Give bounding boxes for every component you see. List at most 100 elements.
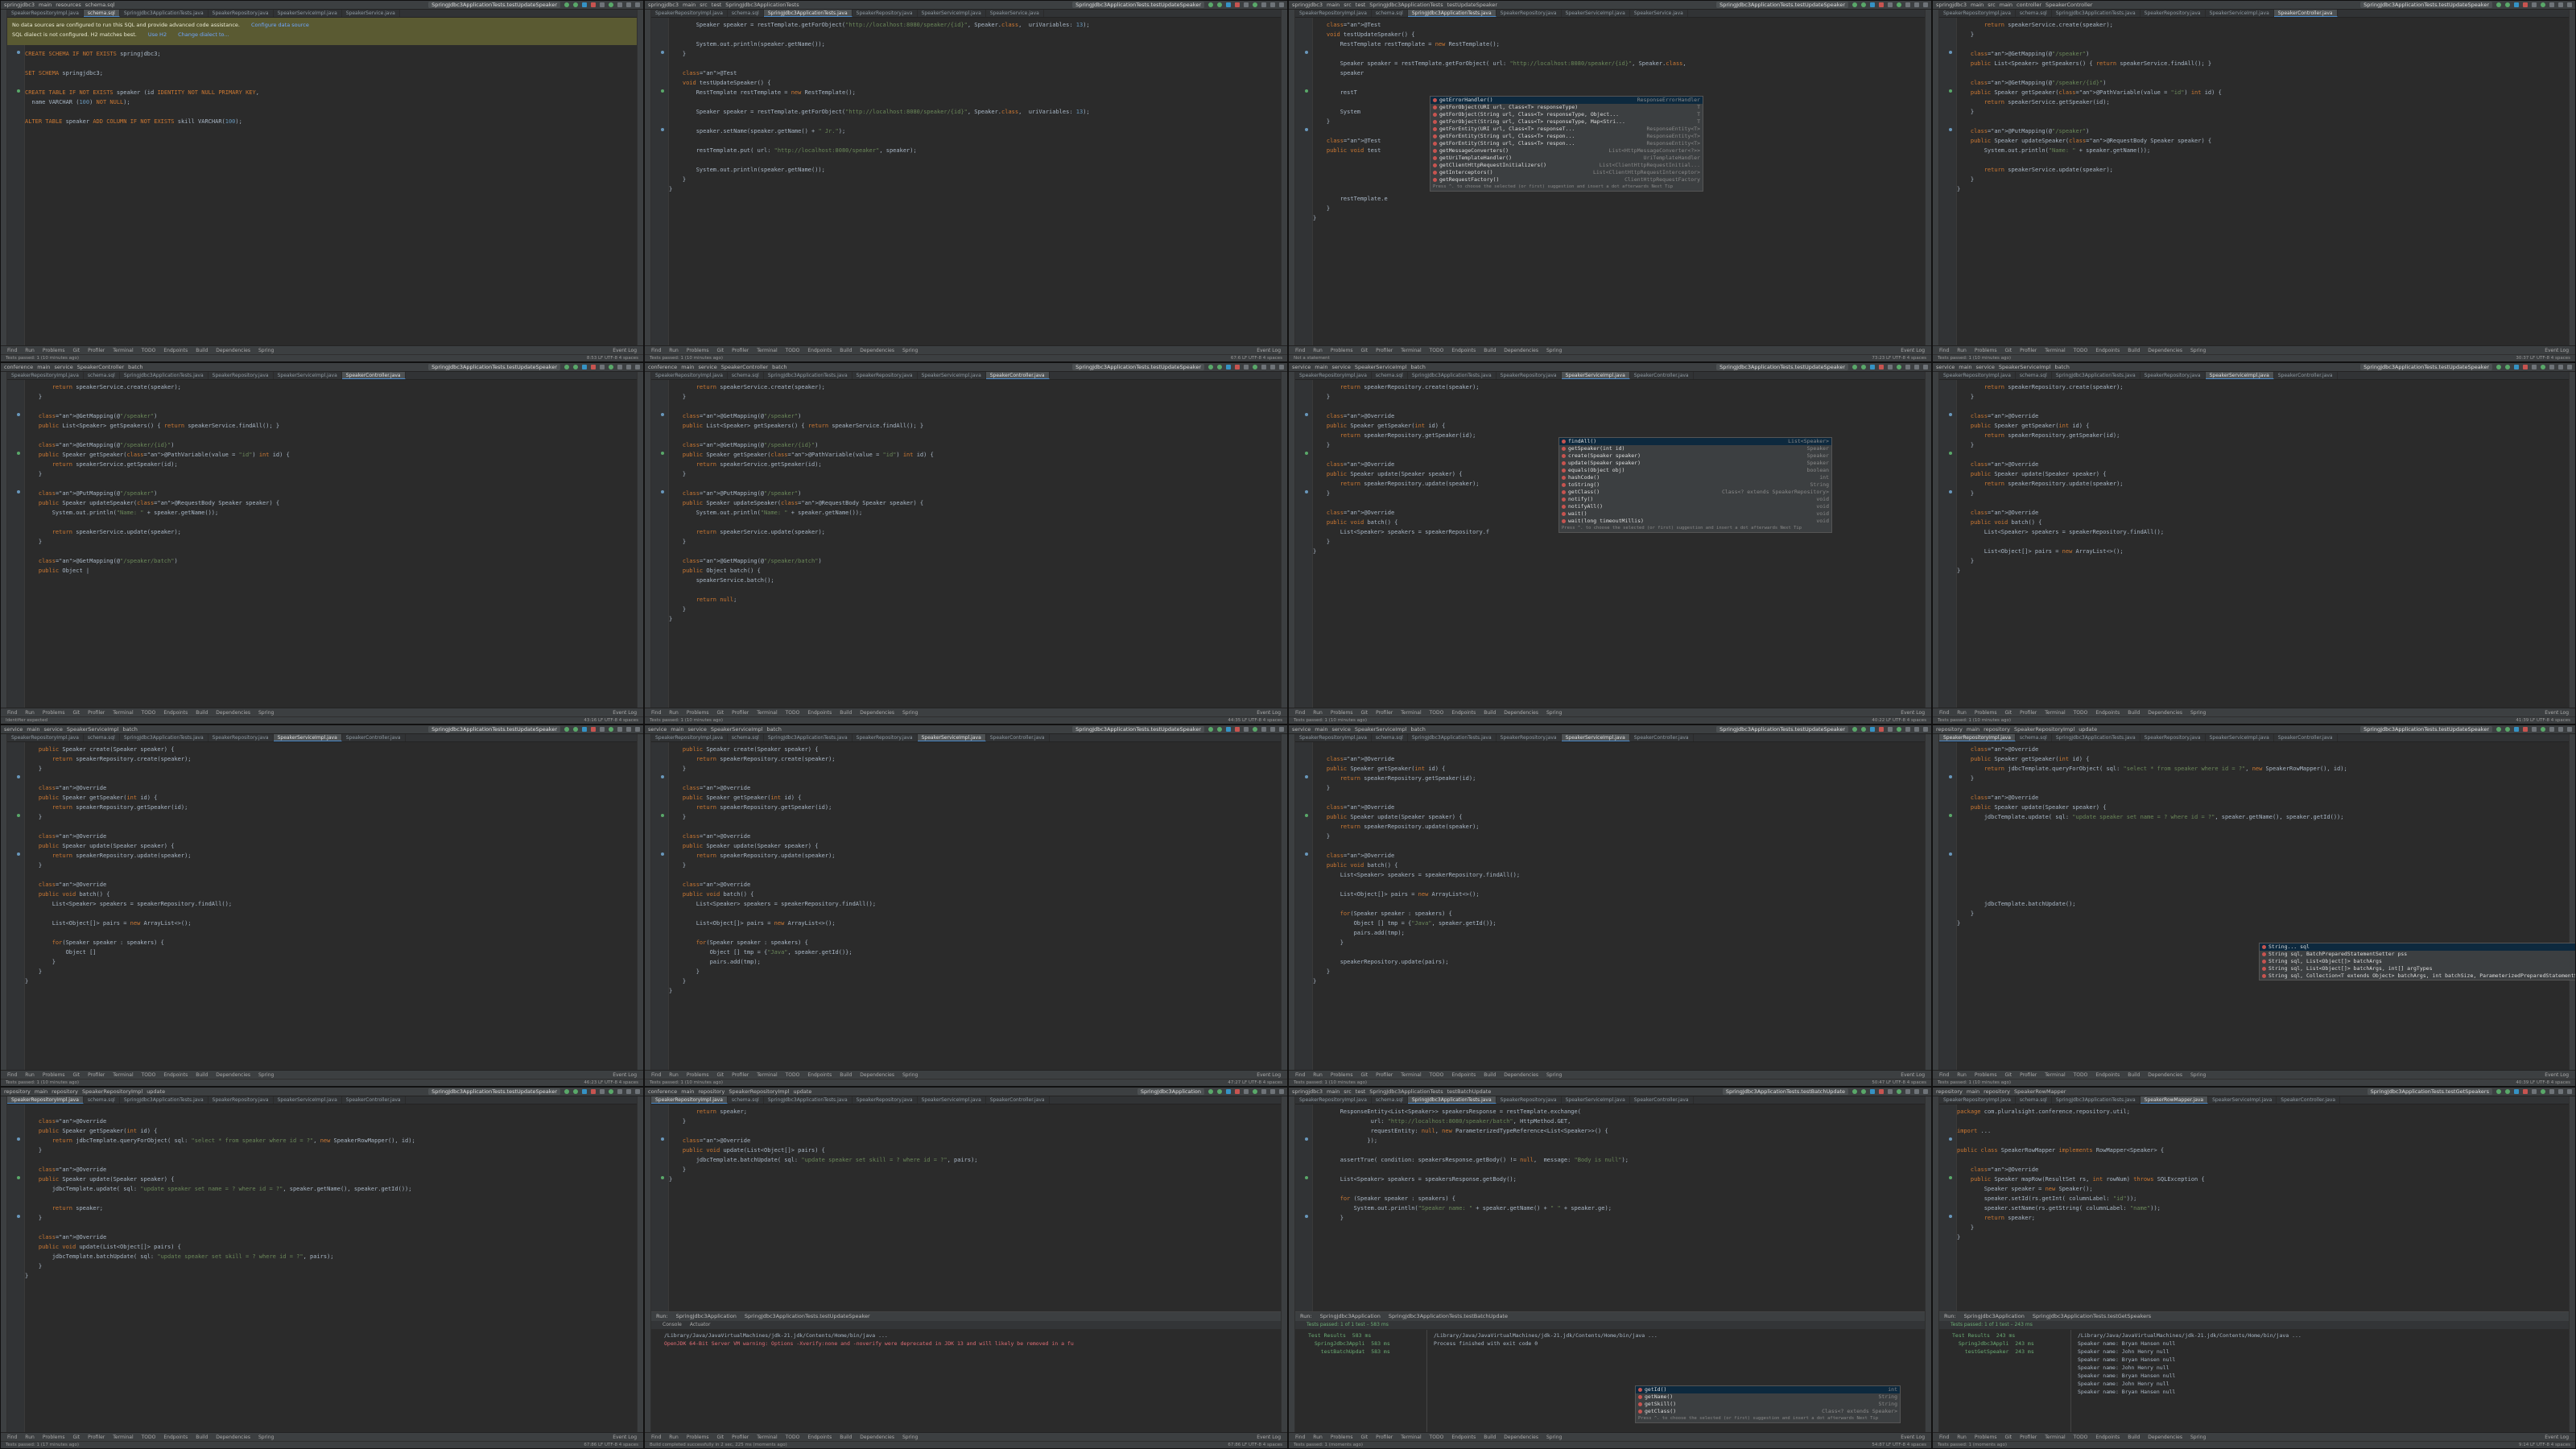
tool-window-tab[interactable]: Git xyxy=(716,1435,724,1440)
breadcrumb-item[interactable]: repository xyxy=(1984,726,2010,733)
debug-icon[interactable] xyxy=(1217,2,1222,7)
project-name[interactable]: service xyxy=(1936,364,1955,370)
debug-icon[interactable] xyxy=(2505,365,2510,369)
run-subtab[interactable]: Tests passed: 1 of 1 test – 583 ms xyxy=(1307,1322,1389,1328)
tool-window-tab[interactable]: Spring xyxy=(2190,348,2206,353)
breadcrumb-item[interactable]: service xyxy=(698,364,716,370)
stop-icon[interactable] xyxy=(1235,2,1240,7)
editor-tab[interactable]: SpringJdbc3ApplicationTests.java xyxy=(2052,372,2140,379)
test-results-tree[interactable]: Test Results 243 ms SpringJdbc3Appli 243… xyxy=(1951,1330,2071,1432)
breadcrumb-item[interactable]: main xyxy=(2000,2,2013,8)
breadcrumb-item[interactable]: service xyxy=(44,726,63,733)
breadcrumb-item[interactable]: repository xyxy=(52,1088,78,1095)
editor-tab[interactable]: SpeakerRepository.java xyxy=(208,1096,274,1104)
run-config-select[interactable]: SpringJdbc3ApplicationTests.testUpdateSp… xyxy=(1716,726,1848,733)
tool-window-tab[interactable]: TODO xyxy=(142,710,156,716)
tool-window-tab[interactable]: Problems xyxy=(687,1072,709,1078)
project-name[interactable]: springjdbc3 xyxy=(1936,2,1967,8)
tool-window-tab[interactable]: Profiler xyxy=(2020,1072,2037,1078)
settings-icon[interactable] xyxy=(635,727,640,732)
tool-window-tab[interactable]: Problems xyxy=(687,348,709,353)
branch-label[interactable]: main xyxy=(1327,1088,1340,1095)
project-name[interactable]: springjdbc3 xyxy=(648,2,679,8)
tool-window-tab[interactable]: Terminal xyxy=(1401,1435,1421,1440)
debug-icon[interactable] xyxy=(1217,1089,1222,1094)
tool-window-tab[interactable]: Terminal xyxy=(757,1072,777,1078)
run-config-select[interactable]: SpringJdbc3ApplicationTests.testUpdateSp… xyxy=(1072,726,1204,733)
caret-position[interactable]: 41:39 xyxy=(2516,718,2529,723)
tool-window-tab[interactable]: Run xyxy=(1957,710,1967,716)
tool-window-tab[interactable]: TODO xyxy=(1430,1435,1444,1440)
gutter-marker-icon[interactable] xyxy=(17,1137,20,1141)
git-commit-icon[interactable] xyxy=(1897,1089,1901,1094)
tool-window-tab[interactable]: Terminal xyxy=(2045,1072,2065,1078)
tool-window-tab[interactable]: Find xyxy=(7,710,17,716)
breadcrumb-item[interactable]: src xyxy=(1344,1088,1352,1095)
tool-window-tab[interactable]: Build xyxy=(840,348,852,353)
gutter-marker-icon[interactable] xyxy=(661,89,664,93)
caret-position[interactable]: 54:87 xyxy=(1872,1443,1885,1447)
settings-icon[interactable] xyxy=(2567,1089,2572,1094)
test-node[interactable]: Test Results 583 ms xyxy=(1308,1331,1425,1340)
debug-icon[interactable] xyxy=(2505,2,2510,7)
run-tab[interactable]: SpringJdbc3ApplicationTests.testBatchUpd… xyxy=(1389,1313,1508,1320)
completion-item[interactable]: getForObject(URI url, Class<T> responseT… xyxy=(1430,104,1703,111)
search-icon[interactable] xyxy=(1914,365,1919,369)
git-commit-icon[interactable] xyxy=(1897,365,1901,369)
stop-icon[interactable] xyxy=(1879,1089,1884,1094)
run-config-select[interactable]: SpringJdbc3ApplicationTests.testBatchUpd… xyxy=(1722,1088,1848,1095)
event-log-tab[interactable]: Event Log xyxy=(1257,1435,1281,1440)
tool-window-tab[interactable]: Profiler xyxy=(2020,1435,2037,1440)
editor-tab[interactable]: SpringJdbc3ApplicationTests.java xyxy=(763,10,852,17)
tool-window-tab[interactable]: Profiler xyxy=(1376,1435,1393,1440)
tool-window-tab[interactable]: Dependencies xyxy=(860,1435,894,1440)
tool-window-tab[interactable]: Profiler xyxy=(732,348,749,353)
tool-window-tab[interactable]: Terminal xyxy=(113,710,133,716)
encoding-info[interactable]: LF UTF-8 4 spaces xyxy=(2530,1443,2570,1447)
git-commit-icon[interactable] xyxy=(609,1089,613,1094)
tool-window-tab[interactable]: Git xyxy=(716,348,724,353)
tool-window-tab[interactable]: Spring xyxy=(1546,710,1562,716)
completion-popup[interactable]: String... sql String sql, BatchPreparedSt… xyxy=(2259,943,2575,980)
git-update-icon[interactable] xyxy=(600,365,605,369)
gutter-marker-icon[interactable] xyxy=(1305,1215,1308,1218)
gutter-marker-icon[interactable] xyxy=(1305,452,1308,455)
tool-window-tab[interactable]: Find xyxy=(7,1072,17,1078)
gutter-marker-icon[interactable] xyxy=(1305,128,1308,131)
gutter-marker-icon[interactable] xyxy=(661,1176,664,1179)
tool-window-tab[interactable]: TODO xyxy=(142,1072,156,1078)
gutter-marker-icon[interactable] xyxy=(1949,51,1952,54)
tool-window-tab[interactable]: Problems xyxy=(1331,348,1353,353)
run-config-select[interactable]: SpringJdbc3ApplicationTests.testUpdateSp… xyxy=(2360,2,2492,8)
editor-tab[interactable]: SpeakerController.java xyxy=(986,734,1050,741)
breadcrumb-item[interactable]: batch xyxy=(1411,364,1426,370)
coverage-icon[interactable] xyxy=(1870,727,1875,732)
gutter-marker-icon[interactable] xyxy=(1949,1215,1952,1218)
editor-tab[interactable]: SpringJdbc3ApplicationTests.java xyxy=(1408,734,1496,741)
tool-window-tab[interactable]: Terminal xyxy=(2045,1435,2065,1440)
tool-window-tab[interactable]: Dependencies xyxy=(2148,348,2182,353)
run-icon[interactable] xyxy=(2496,2,2501,7)
tool-window-tab[interactable]: Git xyxy=(72,1072,80,1078)
caret-position[interactable]: 67:86 xyxy=(1228,1443,1241,1447)
project-name[interactable]: repository xyxy=(1936,1088,1963,1095)
caret-position[interactable]: 40:39 xyxy=(2516,1080,2529,1085)
gutter-marker-icon[interactable] xyxy=(1305,490,1308,493)
tool-window-tab[interactable]: Problems xyxy=(43,1435,65,1440)
run-config-select[interactable]: SpringJdbc3ApplicationTests.testUpdateSp… xyxy=(1716,2,1848,8)
coverage-icon[interactable] xyxy=(1226,365,1231,369)
run-icon[interactable] xyxy=(1208,2,1213,7)
breadcrumb-item[interactable]: SpeakerRepositoryImpl xyxy=(2014,726,2074,733)
tool-window-tab[interactable]: Problems xyxy=(1975,1435,1997,1440)
run-config-select[interactable]: SpringJdbc3ApplicationTests.testUpdateSp… xyxy=(1716,364,1848,370)
settings-icon[interactable] xyxy=(1923,2,1928,7)
git-commit-icon[interactable] xyxy=(2541,1089,2545,1094)
tool-window-tab[interactable]: Terminal xyxy=(1401,348,1421,353)
editor-tab[interactable]: SpeakerController.java xyxy=(986,1096,1050,1104)
editor-tab[interactable]: SpeakerController.java xyxy=(2274,372,2338,379)
tool-window-tab[interactable]: Build xyxy=(196,710,208,716)
debug-icon[interactable] xyxy=(1861,727,1866,732)
coverage-icon[interactable] xyxy=(1870,365,1875,369)
tool-window-tab[interactable]: Profiler xyxy=(1376,348,1393,353)
run-tab[interactable]: Run: xyxy=(656,1313,668,1320)
